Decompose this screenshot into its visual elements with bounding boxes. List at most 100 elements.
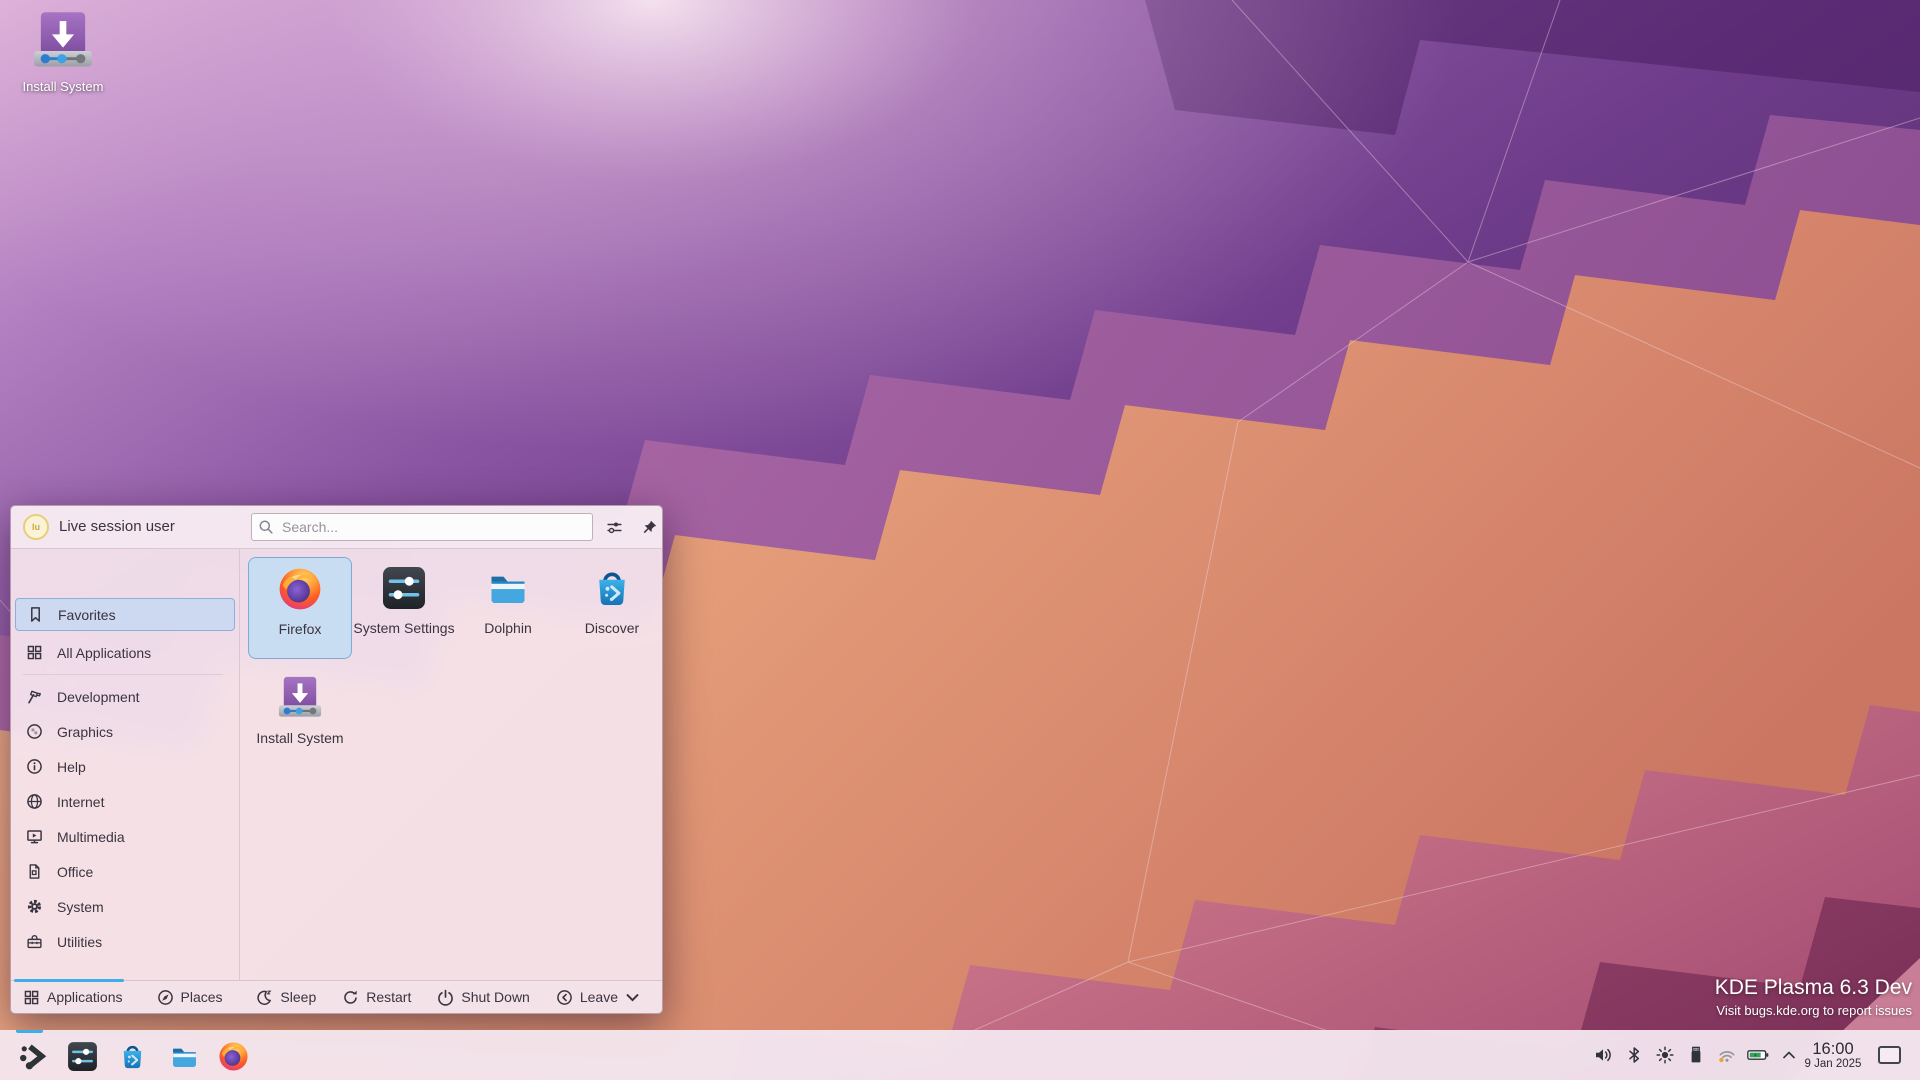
user-initials: lu bbox=[32, 522, 40, 532]
digital-clock[interactable]: 16:00 9 Jan 2025 bbox=[1798, 1030, 1868, 1080]
show-desktop-button[interactable] bbox=[1878, 1046, 1901, 1064]
search-box bbox=[251, 513, 593, 541]
app-tile-system-settings[interactable]: System Settings bbox=[352, 557, 456, 659]
tab-label: Applications bbox=[47, 989, 123, 1005]
sidebar-item-internet[interactable]: Internet bbox=[15, 785, 235, 818]
system-settings-icon bbox=[66, 1040, 99, 1073]
launcher-header: lu Live session user bbox=[11, 506, 662, 549]
sidebar-item-label: All Applications bbox=[57, 644, 152, 661]
sidebar-separator bbox=[23, 674, 223, 675]
sidebar-item-development[interactable]: Development bbox=[15, 680, 235, 713]
clock-time: 16:00 bbox=[1812, 1039, 1854, 1058]
sidebar-item-utilities[interactable]: Utilities bbox=[15, 925, 235, 958]
clock-date: 9 Jan 2025 bbox=[1804, 1057, 1862, 1070]
pin-button[interactable] bbox=[638, 516, 660, 538]
sidebar-item-favorites[interactable]: Favorites bbox=[15, 598, 235, 631]
sidebar-item-label: System bbox=[57, 898, 104, 915]
leave-icon bbox=[556, 989, 573, 1006]
desktop: Install System KDE Plasma 6.3 Dev Visit … bbox=[0, 0, 1920, 1080]
removable-device-tray-button[interactable] bbox=[1685, 1044, 1707, 1066]
toolbox-icon bbox=[26, 933, 43, 950]
sidebar-item-label: Multimedia bbox=[57, 828, 125, 845]
app-tile-firefox[interactable]: Firefox bbox=[248, 557, 352, 659]
app-tile-install-system[interactable]: Install System bbox=[248, 667, 352, 769]
bookmark-icon bbox=[27, 606, 44, 623]
shut-down-button[interactable]: Shut Down bbox=[437, 989, 530, 1006]
kde-launcher-icon bbox=[16, 1040, 49, 1073]
removable-device-icon bbox=[1686, 1045, 1706, 1065]
desktop-icon-label: Install System bbox=[22, 79, 104, 94]
configure-button[interactable] bbox=[603, 516, 625, 538]
desktop-icon-install-system[interactable]: Install System bbox=[8, 10, 118, 94]
pin-icon bbox=[641, 519, 658, 536]
tab-places[interactable]: Places bbox=[157, 989, 223, 1006]
sidebar-item-label: Utilities bbox=[57, 933, 103, 950]
action-label: Shut Down bbox=[461, 989, 530, 1005]
globe-icon bbox=[26, 793, 43, 810]
expand-tray-button[interactable] bbox=[1778, 1044, 1800, 1066]
app-tile-label: Firefox bbox=[278, 621, 322, 637]
leave-button[interactable]: Leave bbox=[556, 989, 648, 1006]
apps-grid-icon bbox=[23, 989, 40, 1006]
sidebar-item-system[interactable]: System bbox=[15, 890, 235, 923]
brightness-icon bbox=[1655, 1045, 1675, 1065]
hammer-icon bbox=[26, 688, 43, 705]
discover-icon bbox=[116, 1040, 149, 1073]
app-tile-discover[interactable]: Discover bbox=[560, 557, 664, 659]
network-tray-button[interactable] bbox=[1716, 1044, 1738, 1066]
plasma-version-text: KDE Plasma 6.3 Dev bbox=[1714, 976, 1912, 999]
multimedia-icon bbox=[26, 828, 43, 845]
sidebar-item-all-applications[interactable]: All Applications bbox=[15, 636, 235, 669]
action-label: Sleep bbox=[280, 989, 317, 1005]
taskbar-dolphin[interactable] bbox=[165, 1037, 203, 1075]
tab-label: Places bbox=[180, 989, 223, 1005]
help-icon bbox=[26, 758, 43, 775]
sidebar-item-office[interactable]: Office bbox=[15, 855, 235, 888]
battery-icon bbox=[1747, 1046, 1769, 1064]
sidebar-item-label: Office bbox=[57, 863, 94, 880]
system-settings-icon bbox=[380, 564, 428, 612]
taskbar-discover[interactable] bbox=[113, 1037, 151, 1075]
chevron-down-icon[interactable] bbox=[624, 989, 641, 1006]
restart-button[interactable]: Restart bbox=[342, 989, 411, 1006]
active-tab-indicator bbox=[14, 979, 124, 982]
taskbar: 16:00 9 Jan 2025 bbox=[0, 1030, 1920, 1080]
graphics-icon bbox=[26, 723, 43, 740]
sleep-button[interactable]: Sleep bbox=[256, 989, 316, 1006]
plasma-report-text: Visit bugs.kde.org to report issues bbox=[1716, 1003, 1912, 1018]
bluetooth-icon bbox=[1624, 1045, 1644, 1065]
sidebar-item-graphics[interactable]: Graphics bbox=[15, 715, 235, 748]
apps-grid-icon bbox=[26, 644, 43, 661]
app-tile-dolphin[interactable]: Dolphin bbox=[456, 557, 560, 659]
tab-applications[interactable]: Applications bbox=[23, 989, 123, 1006]
firefox-icon bbox=[276, 565, 324, 613]
configure-icon bbox=[606, 519, 623, 536]
gear-icon bbox=[26, 898, 43, 915]
sidebar-divider bbox=[239, 549, 240, 981]
sidebar-item-multimedia[interactable]: Multimedia bbox=[15, 820, 235, 853]
user-avatar[interactable]: lu bbox=[23, 514, 49, 540]
launcher-footer: Applications Places Sleep Restart Shut D… bbox=[11, 979, 662, 1013]
sidebar-item-label: Favorites bbox=[58, 606, 116, 623]
action-label: Leave bbox=[579, 989, 618, 1005]
volume-tray-button[interactable] bbox=[1592, 1044, 1614, 1066]
dolphin-icon bbox=[168, 1040, 201, 1073]
application-launcher-menu: lu Live session user Favorites All Appli… bbox=[10, 505, 663, 1014]
taskbar-firefox[interactable] bbox=[214, 1037, 252, 1075]
document-icon bbox=[26, 863, 43, 880]
battery-tray-button[interactable] bbox=[1747, 1044, 1769, 1066]
user-name: Live session user bbox=[59, 518, 175, 535]
wifi-icon bbox=[1717, 1045, 1737, 1065]
sidebar-item-help[interactable]: Help bbox=[15, 750, 235, 783]
active-task-indicator bbox=[16, 1030, 43, 1033]
brightness-tray-button[interactable] bbox=[1654, 1044, 1676, 1066]
app-tile-label: Discover bbox=[584, 620, 640, 636]
app-tile-label: System Settings bbox=[353, 620, 455, 636]
shutdown-icon bbox=[437, 989, 454, 1006]
sidebar-item-label: Development bbox=[57, 688, 140, 705]
taskbar-system-settings[interactable] bbox=[63, 1037, 101, 1075]
restart-icon bbox=[342, 989, 359, 1006]
search-input[interactable] bbox=[251, 513, 593, 541]
bluetooth-tray-button[interactable] bbox=[1623, 1044, 1645, 1066]
taskbar-application-launcher[interactable] bbox=[13, 1037, 51, 1075]
